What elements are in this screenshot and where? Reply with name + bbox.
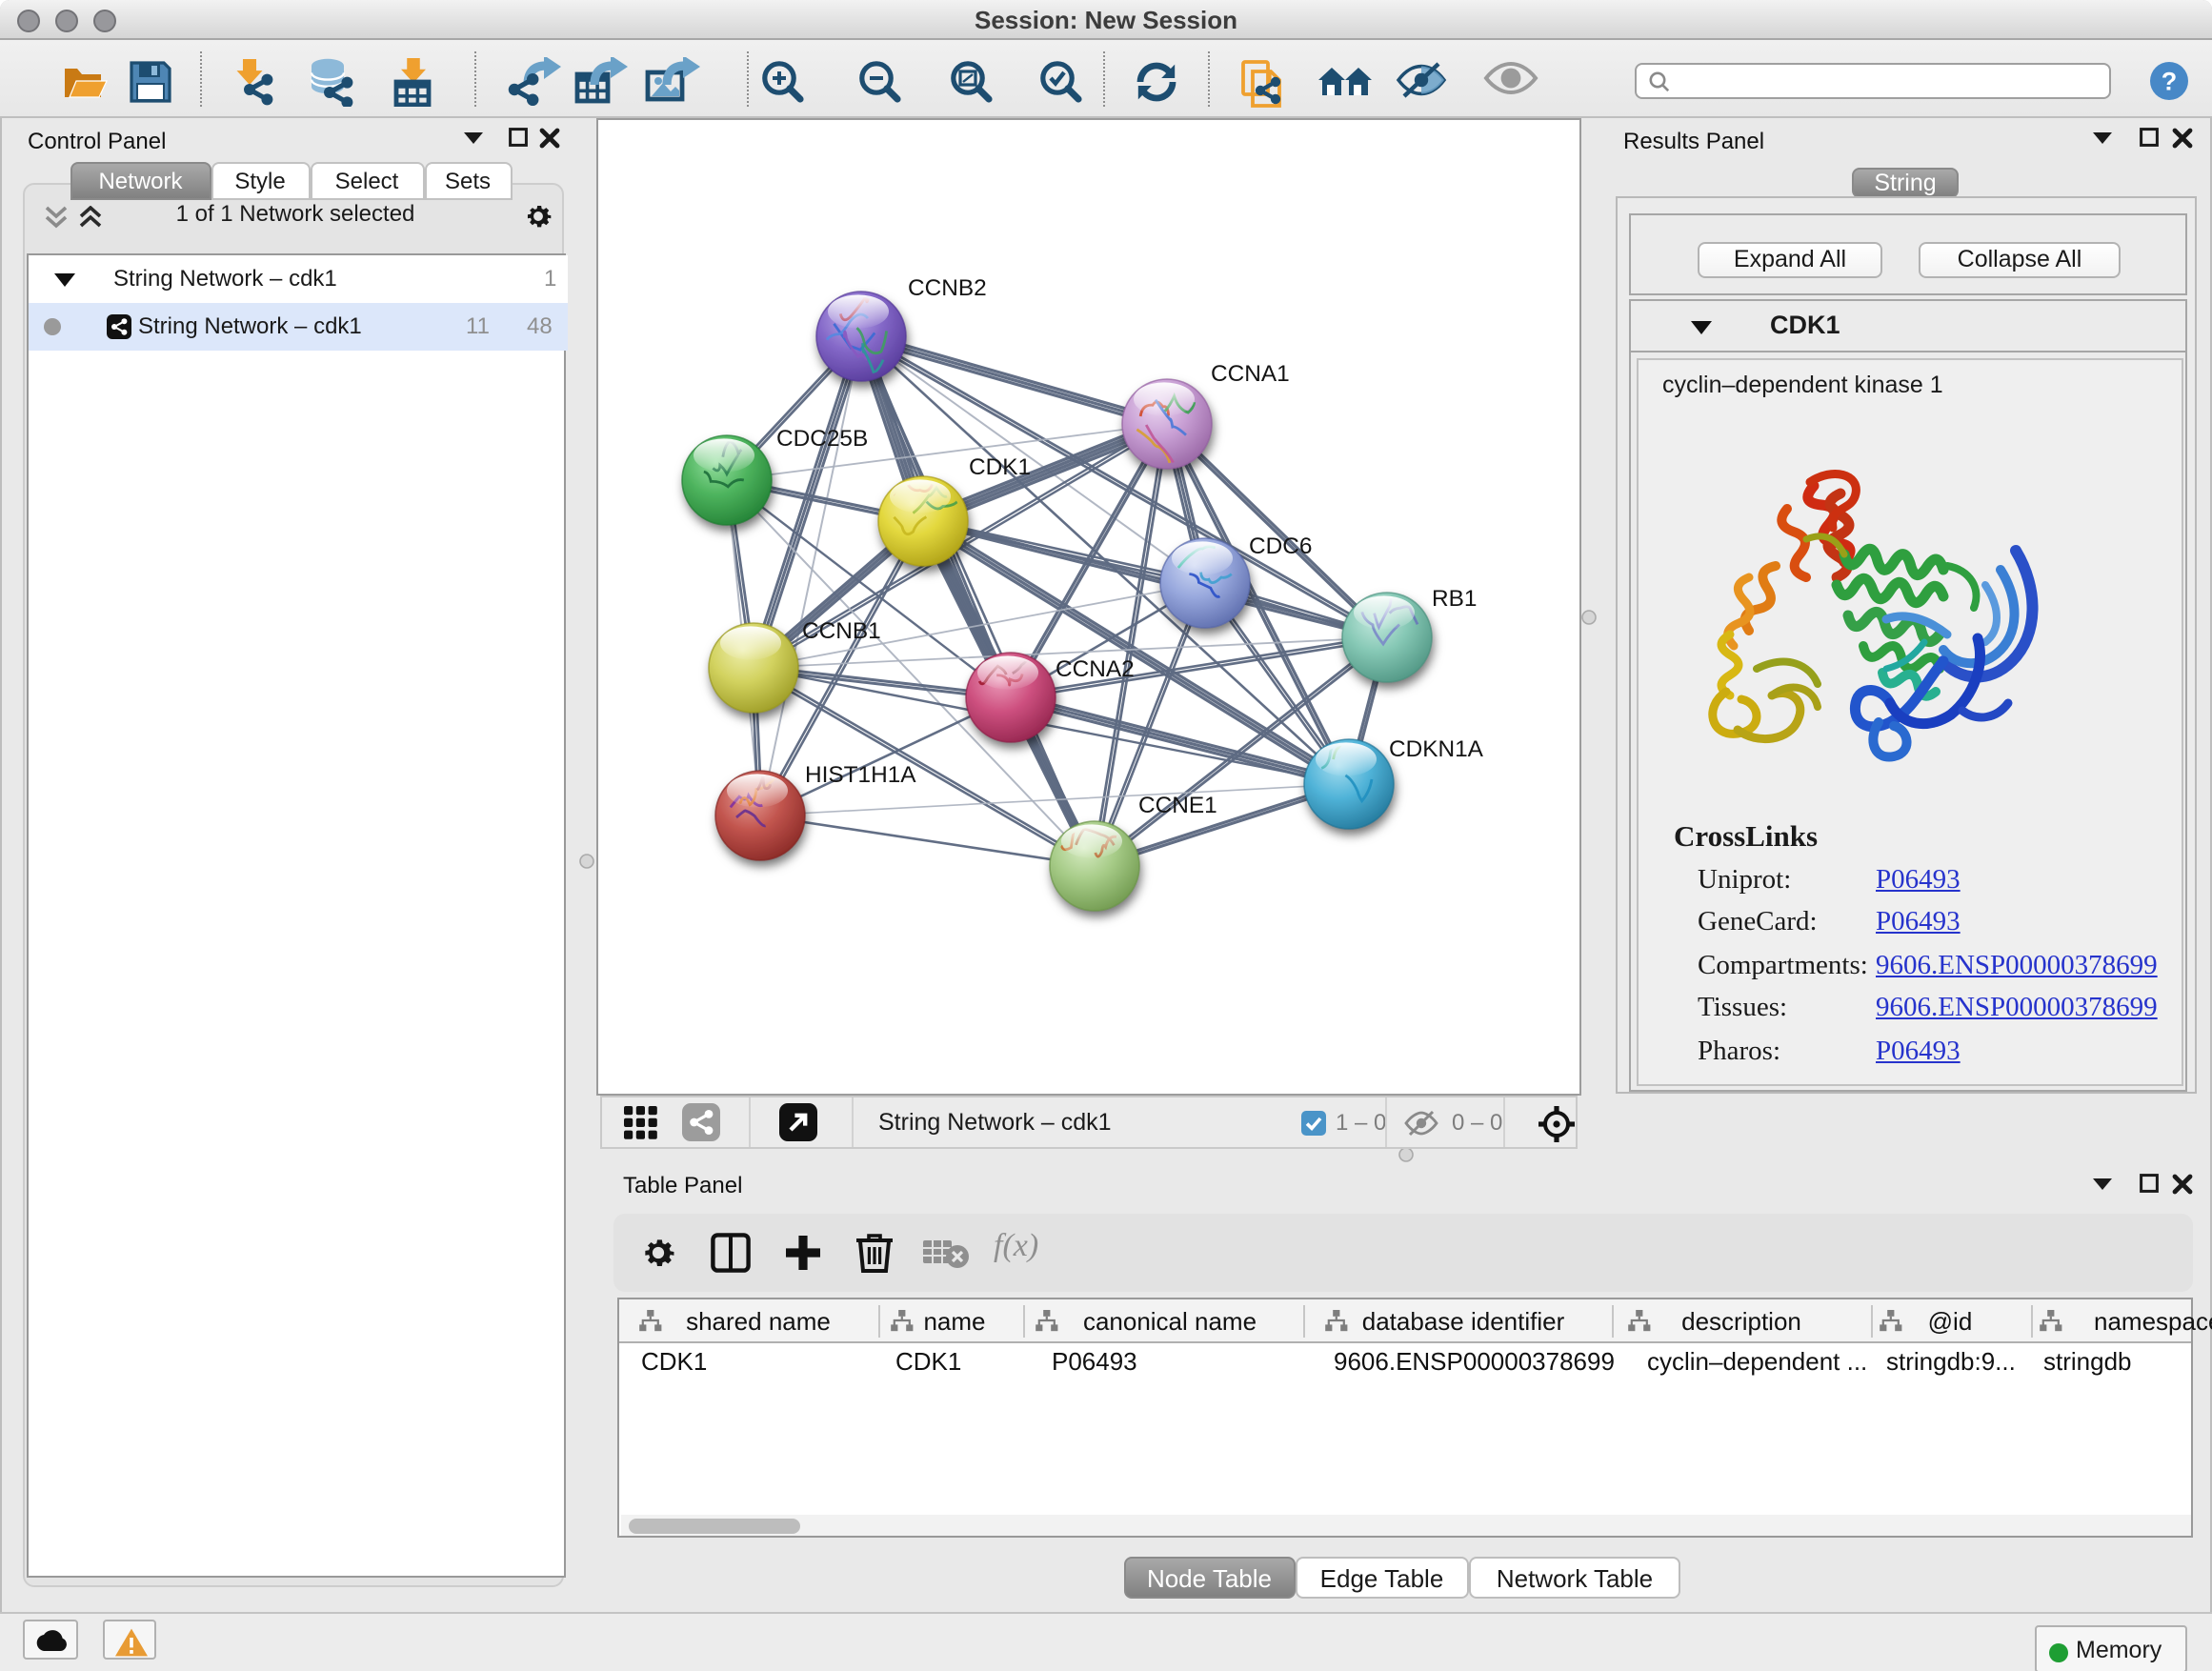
svg-text:CDK1: CDK1: [968, 453, 1030, 479]
svg-text:HIST1H1A: HIST1H1A: [804, 761, 915, 787]
svg-text:CCNB1: CCNB1: [801, 617, 880, 643]
svg-text:CDKN1A: CDKN1A: [1388, 735, 1483, 761]
svg-text:CDC25B: CDC25B: [775, 425, 867, 451]
svg-text:CCNB2: CCNB2: [907, 274, 986, 300]
svg-text:CCNA2: CCNA2: [1055, 655, 1134, 681]
svg-text:?: ?: [2162, 67, 2178, 95]
svg-text:CCNE1: CCNE1: [1137, 792, 1217, 817]
svg-text:RB1: RB1: [1431, 585, 1476, 611]
svg-text:CDC6: CDC6: [1248, 533, 1311, 558]
svg-text:CCNA1: CCNA1: [1210, 360, 1289, 386]
